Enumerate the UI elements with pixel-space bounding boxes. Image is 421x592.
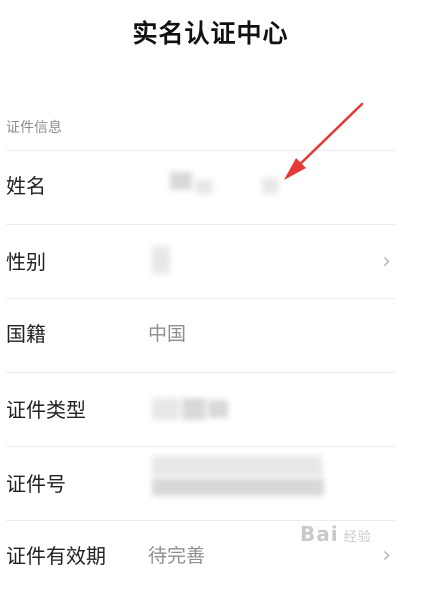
- redacted-id-number-block: [152, 478, 324, 496]
- row-divider: [6, 372, 395, 373]
- row-value-id-validity: 待完善: [148, 545, 206, 567]
- row-divider: [6, 446, 395, 447]
- row-nationality: 国籍 中国: [0, 298, 421, 370]
- row-value-nationality: 中国: [148, 323, 187, 345]
- row-divider: [6, 150, 395, 151]
- page-title: 实名认证中心: [132, 19, 289, 48]
- row-label-id-number: 证件号: [6, 472, 66, 496]
- row-id-type: 证件类型: [0, 372, 421, 444]
- section-label-id-info: 证件信息: [6, 120, 62, 136]
- row-label-id-validity: 证件有效期: [6, 544, 106, 568]
- redacted-id-type-block: [182, 398, 206, 420]
- redacted-id-type-block: [152, 398, 180, 420]
- chevron-right-icon: ›: [382, 249, 391, 274]
- redacted-id-type-block: [208, 400, 228, 418]
- row-label-name: 姓名: [6, 174, 46, 198]
- watermark-brand: Bai: [300, 522, 339, 546]
- row-gender[interactable]: 性别 ›: [0, 224, 421, 296]
- row-divider: [6, 298, 395, 299]
- redacted-gender-block: [152, 246, 170, 274]
- row-name[interactable]: 姓名: [0, 150, 421, 222]
- row-label-gender: 性别: [6, 250, 46, 274]
- row-divider: [6, 520, 395, 521]
- redacted-id-number-block: [152, 456, 322, 476]
- row-divider: [6, 224, 395, 225]
- baidu-watermark-logo: Bai 经验: [300, 522, 372, 546]
- redacted-name-block: [262, 178, 278, 194]
- row-id-number: 证件号: [0, 446, 421, 518]
- row-label-id-type: 证件类型: [6, 398, 86, 422]
- redacted-name-block: [195, 180, 213, 194]
- chevron-right-icon: ›: [382, 543, 391, 568]
- redacted-name-block: [170, 172, 192, 190]
- watermark-sub: 经验: [343, 530, 372, 545]
- row-label-nationality: 国籍: [6, 322, 46, 346]
